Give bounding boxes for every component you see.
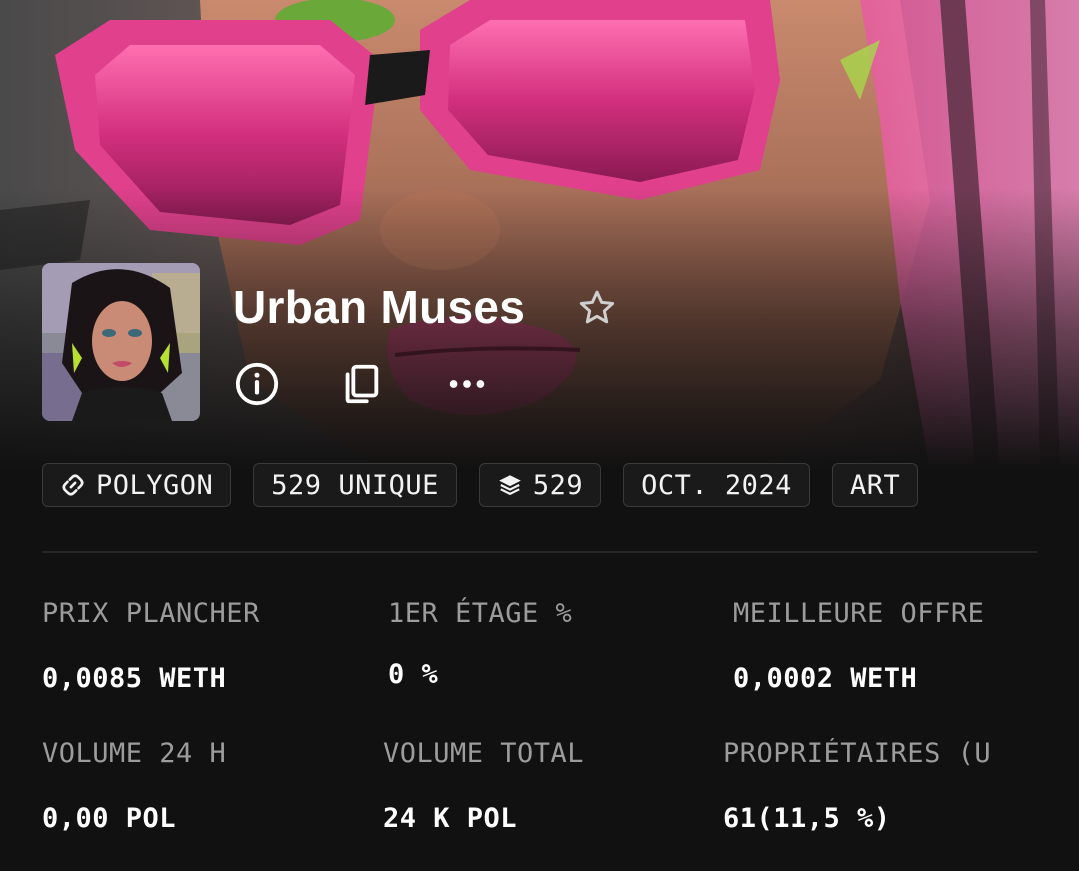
owners-value: 61(11,5 %) (723, 803, 891, 834)
first-sale-label: 1ER ÉTAGE % (388, 598, 573, 629)
chip-unique[interactable]: 529 UNIQUE (253, 463, 457, 507)
info-button[interactable] (233, 360, 281, 408)
more-horizontal-icon (449, 380, 485, 388)
copy-button[interactable] (337, 360, 385, 408)
floor-price-value: 0,0085 WETH (42, 663, 227, 694)
chip-items-label: 529 (532, 469, 584, 501)
floor-price-label: PRIX PLANCHER (42, 598, 260, 629)
best-offer-label: MEILLEURE OFFRE (733, 598, 985, 629)
volume-24h-value: 0,00 POL (42, 803, 177, 834)
first-sale-value: 0 % (388, 659, 439, 690)
chip-unique-label: 529 UNIQUE (271, 469, 439, 501)
volume-total-label: VOLUME TOTAL (383, 738, 585, 769)
copy-icon (345, 364, 379, 404)
chip-chain-label: POLYGON (96, 469, 214, 501)
chip-date-label: OCT. 2024 (641, 469, 792, 501)
volume-total-value: 24 K POL (383, 803, 518, 834)
chip-date[interactable]: OCT. 2024 (623, 463, 810, 507)
owners-label: PROPRIÉTAIRES (U (723, 738, 992, 769)
chip-items[interactable]: 529 (478, 463, 602, 507)
collection-chips: POLYGON 529 UNIQUE 529 OCT. 2024 ART (42, 463, 919, 509)
avatar-artwork (42, 263, 200, 421)
info-circle-icon (235, 362, 279, 406)
more-options-button[interactable] (443, 360, 491, 408)
layers-icon (499, 475, 521, 495)
chip-chain[interactable]: POLYGON (42, 463, 232, 507)
collection-avatar (42, 263, 200, 421)
section-divider (42, 551, 1037, 553)
best-offer-value: 0,0002 WETH (733, 663, 918, 694)
star-outline-icon (579, 290, 615, 324)
collection-title: Urban Muses (233, 281, 526, 333)
volume-24h-label: VOLUME 24 H (42, 738, 227, 769)
favorite-button[interactable] (576, 287, 618, 329)
chip-category[interactable]: ART (831, 463, 919, 507)
link-icon (62, 474, 84, 496)
chip-category-label: ART (849, 469, 901, 501)
